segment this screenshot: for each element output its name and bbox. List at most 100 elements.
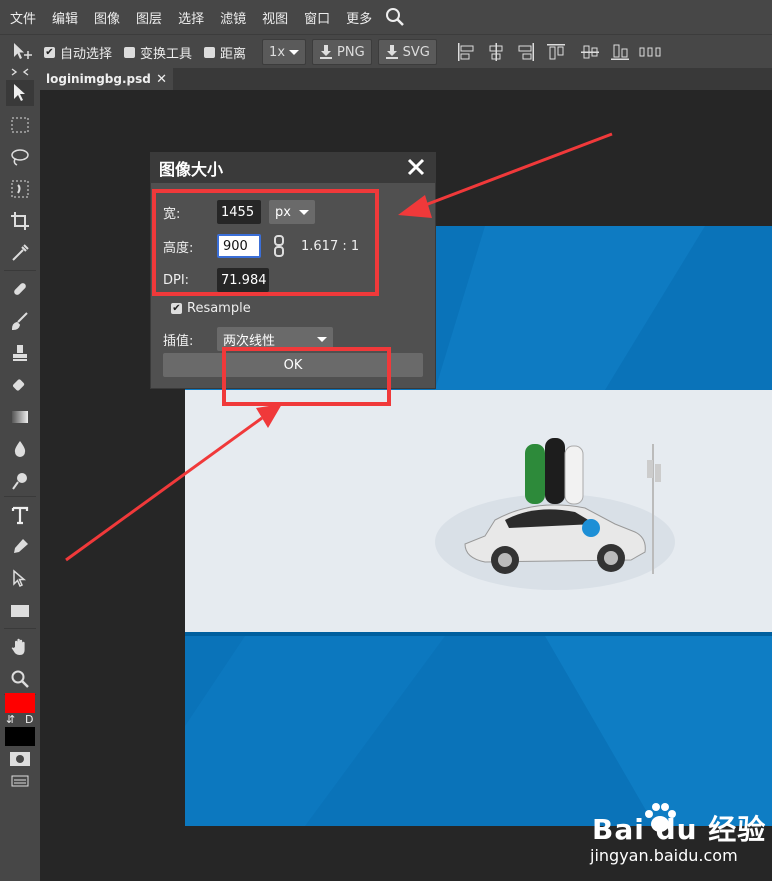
hand-tool[interactable]	[6, 634, 34, 660]
close-icon[interactable]: ✕	[156, 72, 167, 87]
auto-select-checkbox[interactable]: ✔ 自动选择	[44, 43, 112, 62]
bandage-icon	[14, 283, 26, 295]
checkbox-checked-icon: ✔	[44, 46, 55, 58]
type-tool[interactable]	[6, 502, 34, 528]
eraser-icon	[13, 379, 25, 391]
export-svg-button[interactable]: SVG	[377, 39, 437, 65]
resample-row[interactable]: ✔ Resample	[163, 301, 251, 316]
watermark-brand: Bai du 经验	[592, 813, 767, 846]
crop-tool[interactable]	[6, 208, 34, 234]
menu-select[interactable]: 选择	[170, 8, 212, 27]
move-tool-icon[interactable]	[10, 41, 36, 63]
background-color-swatch[interactable]	[5, 727, 35, 746]
stamp-icon	[13, 345, 27, 361]
align-left-icon[interactable]	[455, 41, 477, 63]
healing-tool[interactable]	[6, 276, 34, 302]
brush-icon	[11, 312, 28, 331]
auto-select-label: 自动选择	[60, 46, 113, 62]
distance-checkbox[interactable]: 距离	[204, 43, 246, 62]
ok-highlight-box	[222, 347, 391, 406]
lasso-tool[interactable]	[6, 144, 34, 170]
tool-panel: ⇵ D	[0, 68, 40, 881]
toolbar-divider	[4, 270, 36, 271]
dodge-tool[interactable]	[6, 468, 34, 494]
lasso-icon	[11, 149, 29, 166]
quick-select-icon	[11, 180, 29, 198]
direct-select-icon	[13, 569, 27, 588]
checkbox-empty-icon	[124, 46, 136, 58]
distribute-icon[interactable]	[639, 41, 661, 63]
chevron-down-icon	[289, 49, 300, 55]
zoom-value: 1x	[269, 44, 286, 60]
menu-window[interactable]: 窗口	[296, 8, 338, 27]
align-top-icon[interactable]	[545, 41, 567, 63]
collapse-panel-icon[interactable]	[10, 68, 30, 78]
fields-highlight-box	[152, 189, 379, 296]
resample-label: Resample	[187, 301, 251, 316]
transform-tools-checkbox[interactable]: 变换工具	[124, 43, 192, 62]
shape-tool[interactable]	[6, 598, 34, 624]
interpolation-label: 插值:	[163, 333, 194, 349]
dialog-title: 图像大小	[151, 153, 435, 183]
align-bottom-icon[interactable]	[609, 41, 631, 63]
hand-icon	[11, 638, 25, 655]
pen-tool[interactable]	[6, 534, 34, 560]
document-tab[interactable]: loginimgbg.psd ✕	[40, 68, 173, 90]
svg-label: SVG	[402, 44, 430, 60]
toolbar-divider	[4, 496, 36, 497]
menu-file[interactable]: 文件	[0, 8, 44, 27]
gradient-tool[interactable]	[6, 404, 34, 430]
menu-image[interactable]: 图像	[86, 8, 128, 27]
crop-icon	[11, 212, 29, 230]
menu-bar: 文件 编辑 图像 图层 选择 滤镜 视图 窗口 更多	[0, 0, 772, 34]
align-center-h-icon[interactable]	[485, 41, 507, 63]
magnifier-icon	[11, 670, 29, 688]
close-icon[interactable]	[405, 156, 427, 178]
swap-colors-icon[interactable]: ⇵	[6, 713, 15, 726]
distance-label: 距离	[220, 46, 247, 62]
eyedropper-icon	[12, 244, 29, 261]
search-icon[interactable]	[384, 6, 406, 28]
brush-tool[interactable]	[6, 308, 34, 334]
move-tool[interactable]	[6, 80, 34, 106]
download-icon	[385, 45, 398, 59]
export-png-button[interactable]: PNG	[312, 39, 372, 65]
foreground-color-swatch[interactable]	[5, 693, 35, 713]
text-icon	[11, 506, 29, 525]
default-colors-icon[interactable]: D	[25, 713, 33, 726]
pen-icon	[14, 539, 28, 553]
drop-icon	[14, 441, 26, 457]
marquee-tool[interactable]	[6, 112, 34, 138]
zoom-select[interactable]: 1x	[262, 39, 307, 65]
align-center-v-icon[interactable]	[579, 41, 601, 63]
menu-edit[interactable]: 编辑	[44, 8, 86, 27]
transform-tools-label: 变换工具	[140, 46, 193, 62]
checkbox-checked-icon[interactable]: ✔	[171, 303, 182, 314]
quick-mask-icon[interactable]	[9, 751, 31, 767]
menu-filter[interactable]: 滤镜	[212, 8, 254, 27]
toolbar-divider	[4, 628, 36, 629]
marquee-icon	[11, 117, 29, 133]
menu-view[interactable]: 视图	[254, 8, 296, 27]
zoom-tool[interactable]	[6, 666, 34, 692]
align-right-icon[interactable]	[515, 41, 537, 63]
menu-layer[interactable]: 图层	[128, 8, 170, 27]
gradient-icon	[12, 411, 28, 423]
chevron-down-icon	[317, 336, 327, 342]
move-arrow-icon	[14, 84, 25, 101]
document-tab-bar: loginimgbg.psd ✕	[40, 68, 772, 90]
baidu-watermark: Bai du 经验 jingyan.baidu.com	[590, 800, 772, 875]
blur-tool[interactable]	[6, 436, 34, 462]
eraser-tool[interactable]	[6, 372, 34, 398]
menu-more[interactable]: 更多	[338, 8, 380, 27]
quick-select-tool[interactable]	[6, 176, 34, 202]
path-select-tool[interactable]	[6, 566, 34, 592]
checkbox-empty-icon	[204, 46, 216, 58]
rectangle-icon	[11, 605, 29, 617]
screen-mode-icon[interactable]	[11, 775, 29, 787]
banner-edge	[185, 632, 772, 636]
png-label: PNG	[337, 44, 365, 60]
stamp-tool[interactable]	[6, 340, 34, 366]
dodge-icon	[12, 473, 27, 490]
eyedropper-tool[interactable]	[6, 240, 34, 266]
